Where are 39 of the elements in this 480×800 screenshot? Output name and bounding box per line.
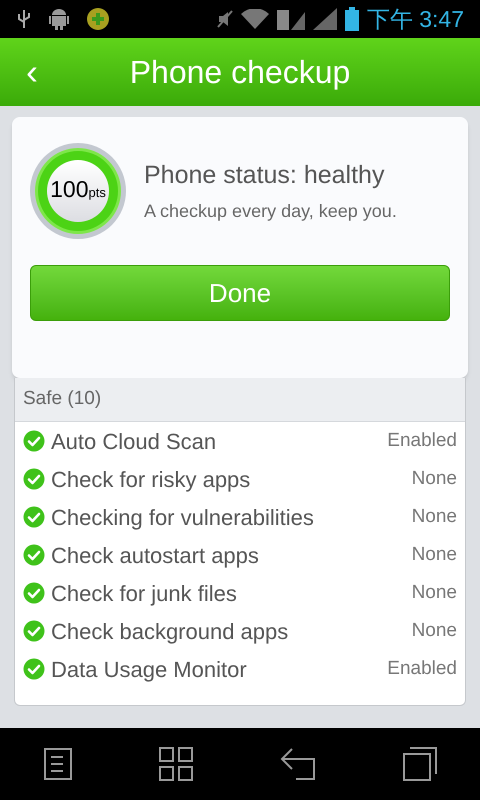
item-label: Checking for vulnerabilities bbox=[51, 504, 315, 532]
plus-badge-icon bbox=[86, 7, 110, 31]
check-item[interactable]: Auto Cloud Scan Enabled bbox=[15, 422, 465, 460]
item-result: Enabled bbox=[387, 656, 457, 681]
item-label: Check background apps bbox=[51, 618, 290, 646]
check-item[interactable]: Check for junk files None bbox=[15, 574, 465, 612]
item-result: None bbox=[412, 466, 457, 491]
section-title: Safe (10) bbox=[23, 387, 102, 412]
item-label: Auto Cloud Scan bbox=[51, 428, 218, 456]
score-text: 100pts bbox=[50, 174, 106, 204]
item-result: None bbox=[412, 580, 457, 605]
item-label: Check for junk files bbox=[51, 580, 238, 608]
signal-icon bbox=[312, 8, 337, 30]
page-title: Phone checkup bbox=[130, 53, 350, 92]
check-item[interactable]: Checking for vulnerabilities None bbox=[15, 498, 465, 536]
check-item[interactable]: Data Usage Monitor Enabled bbox=[15, 650, 465, 688]
recent-apps-icon[interactable] bbox=[402, 747, 436, 781]
status-title: Phone status: healthy bbox=[144, 160, 386, 191]
check-item[interactable]: Check background apps None bbox=[15, 612, 465, 650]
android-icon bbox=[48, 7, 70, 31]
item-result: Enabled bbox=[387, 428, 457, 453]
battery-icon bbox=[344, 7, 359, 31]
clock-text: 下午 3:47 bbox=[366, 4, 464, 34]
item-label: Check for risky apps bbox=[51, 466, 252, 494]
item-label: Check autostart apps bbox=[51, 542, 260, 570]
back-arrow-icon[interactable] bbox=[280, 748, 316, 780]
usb-icon bbox=[16, 8, 32, 30]
item-result: None bbox=[412, 504, 457, 529]
signal-icon bbox=[276, 8, 305, 30]
menu-icon[interactable] bbox=[44, 748, 72, 780]
item-result: None bbox=[412, 618, 457, 643]
grid-icon[interactable] bbox=[158, 747, 192, 781]
wifi-icon bbox=[240, 9, 269, 29]
status-subtitle: A checkup every day, keep you. bbox=[144, 200, 397, 224]
check-item[interactable]: Check autostart apps None bbox=[15, 536, 465, 574]
check-item[interactable]: Check for risky apps None bbox=[15, 460, 465, 498]
mute-icon bbox=[216, 9, 233, 29]
item-label: Data Usage Monitor bbox=[51, 656, 248, 684]
item-result: None bbox=[412, 542, 457, 567]
